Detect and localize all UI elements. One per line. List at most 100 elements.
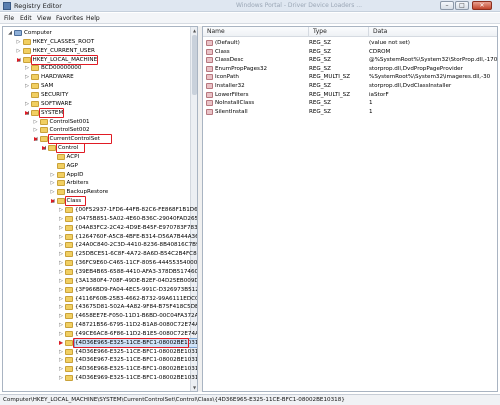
expand-arrow-icon[interactable]: ▷	[58, 241, 64, 249]
value-row[interactable]: Class REG_SZ CDROM	[203, 48, 497, 56]
expand-arrow-icon[interactable]: ▷	[33, 118, 39, 126]
menu-edit[interactable]: Edit	[20, 15, 32, 22]
value-row[interactable]: Installer32 REG_SZ storprop.dll,DvdClassIn…	[203, 82, 497, 90]
expand-arrow-icon[interactable]: ▷	[58, 224, 64, 232]
value-row[interactable]: LowerFilters REG_MULTI_SZ iaStorF	[203, 91, 497, 99]
tree-node[interactable]: ▷ {4658EE7E-F050-11D1-B6BD-00C04FA372A7}	[3, 312, 197, 320]
string-value-icon	[206, 74, 213, 81]
tree-node[interactable]: ▷ HKEY_CLASSES_ROOT	[3, 38, 191, 46]
expand-arrow-icon[interactable]: ▷	[58, 250, 64, 258]
tree-node[interactable]: ▷ {00F52937-1FD6-44FB-82C6-FE868F1B1D61}	[3, 206, 197, 214]
scroll-up-icon[interactable]: ▲	[191, 27, 197, 34]
expand-arrow-icon[interactable]: ▷	[58, 259, 64, 267]
tree-node[interactable]: ◢ Computer	[3, 29, 191, 37]
expand-arrow-icon[interactable]: ▷	[58, 321, 64, 329]
minimize-button[interactable]: –	[440, 1, 454, 10]
tree-node[interactable]: ▷ SAM	[3, 82, 191, 90]
scroll-down-icon[interactable]: ▼	[191, 384, 197, 391]
tree-node[interactable]: ▷ Arbiters	[3, 179, 191, 187]
registry-tree[interactable]: ▲ ▼ ◢ Computer ▷ HKEY_CLASSES_ROOT ▷ HKEY_CUR…	[2, 26, 198, 392]
tree-node[interactable]: ◢ Control	[3, 144, 191, 152]
expand-arrow-icon[interactable]: ▷	[50, 171, 56, 179]
value-row[interactable]: SilentInstall REG_SZ 1	[203, 108, 497, 116]
expand-arrow-icon[interactable]: ▷	[58, 268, 64, 276]
value-row[interactable]: ClassDesc REG_SZ @%SystemRoot%\System32\St…	[203, 56, 497, 64]
tree-node[interactable]: ▷ {04A83FC2-2C42-4D9E-B45F-E970783F7836}	[3, 224, 197, 232]
expand-arrow-icon[interactable]: ▷	[58, 206, 64, 214]
tree-node[interactable]: ACPI	[3, 153, 191, 161]
tree-node[interactable]: ▷ ControlSet001	[3, 118, 191, 126]
tree-node[interactable]: ▷ {49CE6AC8-6F86-11D2-B1E5-0080C72E74A2}	[3, 330, 197, 338]
collapse-arrow-icon[interactable]: ◢	[7, 29, 13, 37]
expand-arrow-icon[interactable]: ▷	[58, 295, 64, 303]
tree-node[interactable]: ▷ HKEY_CURRENT_USER	[3, 47, 191, 55]
expand-arrow-icon[interactable]: ▷	[24, 73, 30, 81]
tree-node[interactable]: ▷ {1264760F-A5C8-4BFE-B314-D56A7B44A362}	[3, 233, 197, 241]
tree-node[interactable]: ▷ {4D36E967-E325-11CE-BFC1-08002BE10318}	[3, 356, 197, 364]
tree-node[interactable]: ▷ SOFTWARE	[3, 100, 191, 108]
expand-arrow-icon[interactable]: ▷	[58, 277, 64, 285]
tree-node[interactable]: ▷ HARDWARE	[3, 73, 191, 81]
value-row[interactable]: (Default) REG_SZ (value not set)	[203, 39, 497, 47]
tree-node[interactable]: ▷ {48721B56-6795-11D2-B1A8-0080C72E74A2}	[3, 321, 197, 329]
tree-node[interactable]: ▷ {3F966BD9-FA04-4EC5-991C-D326973B5128}	[3, 286, 197, 294]
tree-node[interactable]: AGP	[3, 162, 191, 170]
tree-node-label: ACPI	[66, 153, 80, 160]
expand-arrow-icon[interactable]: ▷	[58, 356, 64, 364]
expand-arrow-icon[interactable]: ▷	[58, 233, 64, 241]
tree-node[interactable]: ▷ {24A0C840-2C3D-4410-8236-8B40816C7B90}	[3, 241, 197, 249]
column-header-type[interactable]: Type	[309, 27, 369, 37]
close-button[interactable]: ✕	[472, 1, 492, 10]
folder-icon	[31, 65, 39, 72]
tree-node-label: {00F52937-1FD6-44FB-82C6-FE868F1B1D61}	[75, 207, 198, 213]
expand-arrow-icon[interactable]: ▷	[58, 348, 64, 356]
tree-node[interactable]: ▷ {39EB4B65-6588-4410-AFA3-378DB51746CC}	[3, 268, 197, 276]
value-row[interactable]: NoInstallClass REG_SZ 1	[203, 99, 497, 107]
value-row[interactable]: IconPath REG_MULTI_SZ %SystemRoot%\System3…	[203, 73, 497, 81]
expand-arrow-icon[interactable]: ▷	[58, 215, 64, 223]
tree-node[interactable]: ▷ {36FC9E60-C465-11CF-8056-444553540000}	[3, 259, 197, 267]
tree-node[interactable]: ▷ {4D36E966-E325-11CE-BFC1-08002BE10318}	[3, 348, 197, 356]
expand-arrow-icon[interactable]: ▷	[33, 126, 39, 134]
values-list[interactable]: Name Type Data (Default) REG_SZ (value not…	[202, 26, 498, 392]
tree-node[interactable]: ▷ {4D36E968-E325-11CE-BFC1-08002BE10318}	[3, 365, 197, 373]
expand-arrow-icon[interactable]: ▷	[24, 64, 30, 72]
expand-arrow-icon[interactable]: ▷	[58, 330, 64, 338]
menu-view[interactable]: View	[37, 15, 51, 22]
expand-arrow-icon[interactable]: ▷	[58, 312, 64, 320]
column-header-name[interactable]: Name	[203, 27, 309, 37]
tree-node[interactable]: ▷ {25DBCE51-6C8F-4A72-8A6D-B54C2B4FC835}	[3, 250, 197, 258]
tree-node[interactable]: ◢ Class	[3, 197, 191, 205]
tree-node[interactable]: ◢ SYSTEM	[3, 109, 191, 117]
expand-arrow-icon[interactable]: ▷	[58, 374, 64, 382]
folder-icon	[39, 118, 48, 125]
menu-help[interactable]: Help	[86, 15, 100, 22]
expand-arrow-icon[interactable]: ▷	[24, 100, 30, 108]
expand-arrow-icon[interactable]: ▷	[58, 303, 64, 311]
tree-node[interactable]: SECURITY	[3, 91, 191, 99]
expand-arrow-icon[interactable]: ▷	[58, 286, 64, 294]
expand-arrow-icon[interactable]: ▷	[16, 38, 22, 46]
tree-node[interactable]: ▷ BCD00000000	[3, 64, 191, 72]
tree-node[interactable]: ▷ BackupRestore	[3, 188, 191, 196]
expand-arrow-icon[interactable]: ▷	[58, 365, 64, 373]
tree-node[interactable]: ▷ ControlSet002	[3, 126, 191, 134]
expand-arrow-icon[interactable]: ▷	[24, 82, 30, 90]
tree-node[interactable]: ▷ {0475B851-5A02-4E60-B36C-29040FAD2650}	[3, 215, 197, 223]
expand-arrow-icon[interactable]: ▷	[50, 179, 56, 187]
folder-icon	[31, 83, 39, 90]
menu-favorites[interactable]: Favorites	[56, 15, 83, 22]
tree-node[interactable]: ▷ {4D36E969-E325-11CE-BFC1-08002BE10318}	[3, 374, 197, 382]
tree-node[interactable]: ▷ {4116F60B-25B3-4662-B732-99A6111EDC0B}	[3, 295, 197, 303]
tree-node[interactable]: ▷ {3A1380F4-708F-49DE-B2EF-04D25EB009D5}	[3, 277, 197, 285]
menu-file[interactable]: File	[4, 15, 14, 22]
scroll-thumb[interactable]	[192, 35, 197, 95]
maximize-button[interactable]: □	[455, 1, 469, 10]
tree-node[interactable]: ▷ {43675D81-502A-4A82-9F84-B75F418C5DEA}	[3, 303, 197, 311]
tree-node[interactable]: ▷ AppID	[3, 171, 191, 179]
expand-arrow-icon[interactable]: ▷	[50, 188, 56, 196]
column-header-data[interactable]: Data	[369, 27, 497, 37]
tree-node-label: {39EB4B65-6588-4410-AFA3-378DB51746CC}	[75, 268, 198, 275]
value-row[interactable]: EnumPropPages32 REG_SZ storprop.dll,DvdPro…	[203, 65, 497, 73]
expand-arrow-icon[interactable]: ▷	[16, 47, 22, 55]
